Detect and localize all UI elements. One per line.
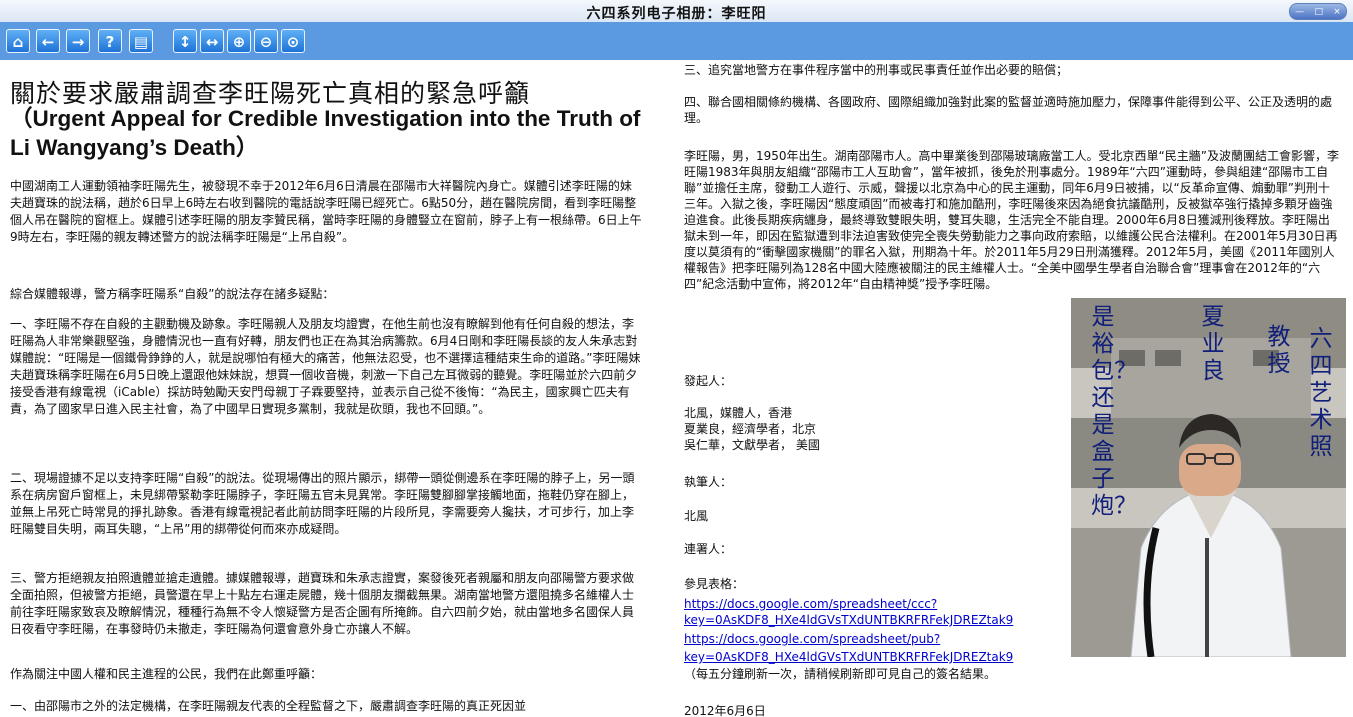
window-title: 六四系列电子相册：李旺阳 — [586, 6, 767, 22]
paragraph-5: 三、警方拒絕親友拍照遺體並搶走遺體。據媒體報導，趙寶珠和朱承志證實，案發後死者親… — [10, 571, 635, 636]
heading-english: （Urgent Appeal for Credible Investigatio… — [10, 106, 641, 160]
forward-button[interactable]: → — [66, 29, 90, 53]
photo-caption-left: 是裕包？还是盒子炮？ — [1091, 304, 1137, 519]
help-button[interactable]: ? — [98, 29, 122, 53]
fit-width-button[interactable]: ↔ — [200, 29, 224, 53]
fit-width-icon: ↔ — [205, 33, 219, 51]
paragraph-1: 中國湖南工人運動領袖李旺陽先生，被發現不幸于2012年6月6日清晨在邵陽市大祥醫… — [10, 179, 642, 244]
demand-3: 三、追究當地警方在事件程序當中的刑事或民事責任並作出必要的賠償； — [684, 63, 1069, 77]
maximize-button[interactable]: □ — [1314, 7, 1323, 17]
photo-caption-title: 教授 — [1267, 324, 1291, 377]
toolbar: ⌂ ← → ? ▤ ↕ ↔ ⊕ ⊖ ⊙ — [0, 22, 1353, 60]
question-icon: ? — [105, 33, 115, 51]
home-icon: ⌂ — [12, 33, 24, 51]
biography: 李旺陽，男，1950年出生。湖南邵陽市人。高中畢業後到邵陽玻璃廠當工人。受北京西… — [684, 149, 1339, 291]
close-button[interactable]: × — [1333, 7, 1341, 17]
arrow-left-icon: ← — [41, 33, 55, 51]
minimize-button[interactable]: — — [1295, 7, 1304, 17]
page-layout-button[interactable]: ▤ — [129, 29, 153, 53]
photo-caption-name: 夏业良 — [1201, 304, 1225, 384]
paragraph-6: 作為關注中國人權和民主進程的公民，我們在此鄭重呼籲： — [10, 667, 323, 681]
zoom-out-button[interactable]: ⊖ — [254, 29, 278, 53]
appeal-date: 2012年6月6日 — [684, 704, 766, 717]
photo-caption-series: 六四艺术照 — [1309, 326, 1333, 460]
fit-height-button[interactable]: ↕ — [173, 29, 197, 53]
zoom-actual-icon: ⊙ — [286, 33, 300, 51]
window-titlebar: 六四系列电子相册：李旺阳 — □ × — [0, 0, 1353, 23]
fit-height-icon: ↕ — [178, 33, 192, 51]
zoom-in-button[interactable]: ⊕ — [227, 29, 251, 53]
left-page: 關於要求嚴肅調查李旺陽死亡真相的緊急呼籲 （Urgent Appeal for … — [0, 60, 660, 717]
demand-4: 四、聯合國相關條約機構、各國政府、國際組織加強對此案的監督並適時施加壓力，保障事… — [684, 95, 1333, 125]
arrow-right-icon: → — [71, 33, 85, 51]
page-layout-icon: ▤ — [133, 33, 149, 51]
zoom-actual-button[interactable]: ⊙ — [281, 29, 305, 53]
paragraph-2: 綜合媒體報導，警方稱李旺陽系“自殺”的說法存在諸多疑點： — [10, 287, 335, 301]
zoom-in-icon: ⊕ — [232, 33, 246, 51]
zoom-out-icon: ⊖ — [259, 33, 273, 51]
refresh-note: （每五分鐘刷新一次，請稍候刷新即可見自己的簽名結果。 — [684, 667, 997, 681]
portrait-photo: 是裕包？还是盒子炮？ 夏业良 教授 六四艺术照 — [1071, 298, 1346, 657]
paragraph-3: 一、李旺陽不存在自殺的主觀動機及跡象。李旺陽親人及朋友均證實，在他生前也沒有瞭解… — [10, 317, 641, 416]
home-button[interactable]: ⌂ — [6, 29, 30, 53]
paragraph-4: 二、現場證據不足以支持李旺陽“自殺”的說法。從現場傳出的照片顯示，綁帶一頭從側邊… — [10, 471, 635, 536]
back-button[interactable]: ← — [36, 29, 60, 53]
window-controls: — □ × — [1289, 3, 1347, 20]
paragraph-7: 一、由邵陽市之外的法定機構，在李旺陽親友代表的全程監督之下，嚴肅調查李旺陽的真正… — [10, 699, 527, 713]
